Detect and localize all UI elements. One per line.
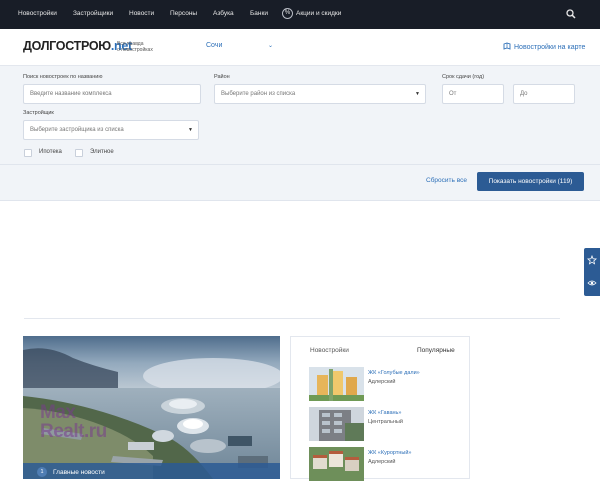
tab-popular[interactable]: Популярные: [417, 347, 455, 354]
map-pin-icon: [503, 42, 511, 50]
filter-actions: Сбросить все Показать новостройки (119): [0, 165, 600, 201]
tab-new-developments[interactable]: Новостройки: [310, 347, 349, 354]
developments-panel: Новостройки Популярные ЖК «Голубые дали»…: [290, 336, 470, 481]
site-logo[interactable]: ДОЛГОСТРОЮ.net: [23, 39, 132, 53]
development-thumbnail: [309, 447, 364, 481]
district-placeholder: Выберите район из списка: [221, 91, 296, 97]
search-input[interactable]: Введите название комплекса: [23, 84, 201, 104]
reset-filters-link[interactable]: Сбросить все: [426, 177, 467, 184]
star-icon[interactable]: [587, 255, 597, 265]
nav-item-zastroyshchiki[interactable]: Застройщики: [73, 10, 113, 17]
development-district: Центральный: [368, 419, 403, 425]
map-link-label: Новостройки на карте: [514, 44, 586, 51]
elite-label: Элитное: [90, 149, 114, 155]
filter-panel: Поиск новостроек по названию Введите наз…: [0, 66, 600, 165]
development-district: Адлерский: [368, 379, 396, 385]
developer-select[interactable]: Выберите застройщика из списка ▼: [23, 120, 199, 140]
deadline-from-input[interactable]: От: [442, 84, 504, 104]
watermark: Max Realt.ru: [40, 403, 107, 441]
nav-item-persony[interactable]: Персоны: [170, 10, 197, 17]
site-header: ДОЛГОСТРОЮ.net Вся правда о новостройках…: [0, 29, 600, 66]
logo-main-text: ДОЛГОСТРОЮ: [23, 39, 111, 53]
mortgage-label: Ипотека: [39, 149, 62, 155]
dropdown-caret-icon: ▼: [188, 127, 193, 133]
nav-item-novosti[interactable]: Новости: [129, 10, 154, 17]
nav-item-banki[interactable]: Банки: [250, 10, 268, 17]
developer-placeholder: Выберите застройщика из списка: [30, 127, 124, 133]
watermark-line-1: Max: [40, 402, 76, 423]
section-divider: [24, 318, 560, 319]
mortgage-checkbox[interactable]: [24, 149, 32, 157]
district-label: Район: [214, 74, 230, 80]
list-item[interactable]: ЖК «Курортный» Адлерский: [309, 447, 459, 481]
news-title[interactable]: Главные новости: [53, 469, 105, 476]
development-name[interactable]: ЖК «Гавань»: [368, 410, 401, 416]
developer-label: Застройщик: [23, 110, 54, 116]
nav-item-azbuka[interactable]: Азбука: [213, 10, 234, 17]
elite-checkbox[interactable]: [75, 149, 83, 157]
search-icon[interactable]: [566, 9, 576, 19]
development-district: Адлерский: [368, 459, 396, 465]
list-item[interactable]: ЖК «Голубые дали» Адлерский: [309, 367, 459, 401]
top-navigation-bar: Новостройки Застройщики Новости Персоны …: [0, 0, 600, 29]
search-label: Поиск новостроек по названию: [23, 74, 103, 80]
eye-icon[interactable]: [587, 278, 597, 288]
building-photo: [309, 367, 364, 401]
dropdown-caret-icon: ▼: [415, 91, 420, 97]
news-slide-number[interactable]: 1: [37, 467, 47, 477]
nav-item-promotions[interactable]: Акции и скидки: [296, 10, 341, 17]
percent-icon: %: [282, 8, 293, 19]
building-photo: [309, 447, 364, 481]
deadline-label: Срок сдачи (год): [442, 74, 485, 80]
development-thumbnail: [309, 407, 364, 441]
show-results-button[interactable]: Показать новостройки (119): [477, 172, 584, 191]
side-toolbar: [584, 248, 600, 296]
district-select[interactable]: Выберите район из списка ▼: [214, 84, 426, 104]
chevron-down-icon[interactable]: ⌄: [268, 42, 273, 49]
city-selector[interactable]: Сочи: [206, 42, 222, 49]
development-name[interactable]: ЖК «Курортный»: [368, 450, 411, 456]
development-name[interactable]: ЖК «Голубые дали»: [368, 370, 420, 376]
nav-item-novostroyki[interactable]: Новостройки: [18, 10, 57, 17]
site-tagline: Вся правда о новостройках: [117, 41, 187, 53]
watermark-line-2: Realt.ru: [40, 421, 107, 442]
building-photo: [309, 407, 364, 441]
development-thumbnail: [309, 367, 364, 401]
list-item[interactable]: ЖК «Гавань» Центральный: [309, 407, 459, 441]
deadline-to-input[interactable]: До: [513, 84, 575, 104]
tagline-line-2: о новостройках: [117, 47, 153, 53]
map-link[interactable]: Новостройки на карте: [503, 42, 585, 51]
